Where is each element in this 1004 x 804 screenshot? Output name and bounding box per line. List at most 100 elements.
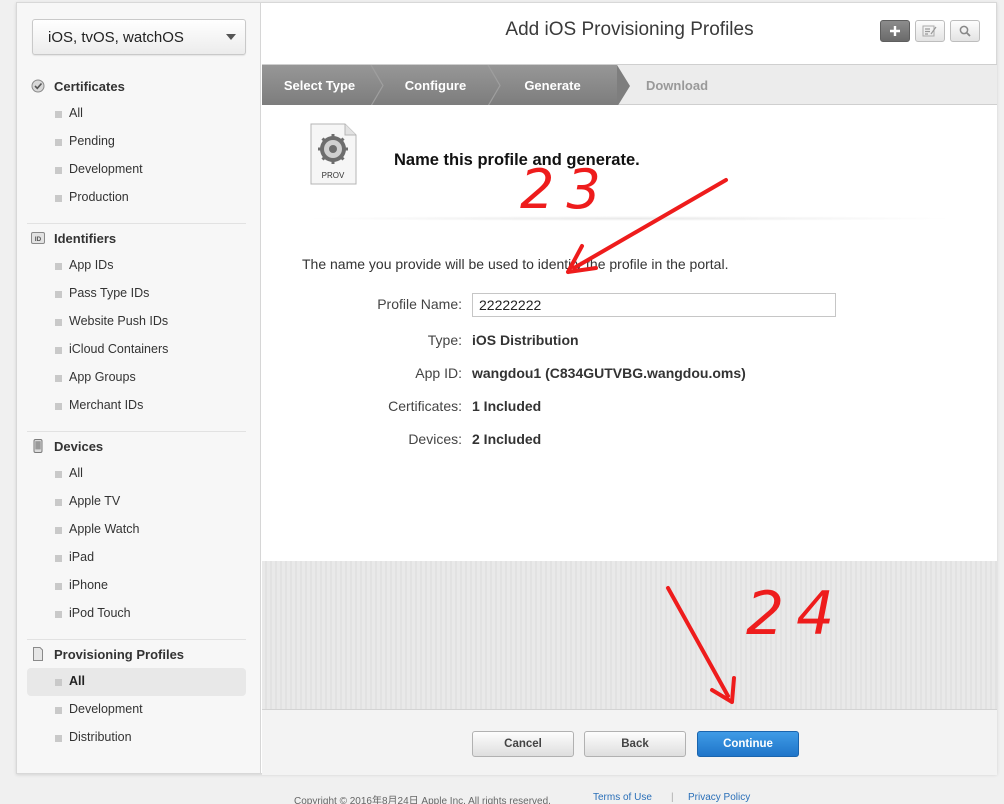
- phone-device-icon: [33, 439, 43, 453]
- profile-name-row: Profile Name:: [302, 293, 962, 317]
- privacy-policy-link[interactable]: Privacy Policy: [688, 792, 750, 803]
- sidebar-item-label: App Groups: [69, 370, 136, 384]
- edit-icon: [922, 25, 937, 37]
- nav-header-devices[interactable]: Devices: [27, 432, 246, 460]
- sidebar-item-label: Merchant IDs: [69, 398, 144, 412]
- sidebar-item-label: Pending: [69, 134, 115, 148]
- sidebar-item-website-push-ids[interactable]: Website Push IDs: [27, 308, 246, 336]
- step-select-type: Select Type: [262, 65, 377, 106]
- bullet-icon: [55, 319, 62, 326]
- bullet-icon: [55, 375, 62, 382]
- nav-header-identifiers[interactable]: ID Identifiers: [27, 224, 246, 252]
- copyright-text: Copyright © 2016年8月24日 Apple Inc. All ri…: [294, 796, 551, 804]
- portal-window: iOS, tvOS, watchOS Certificates All Pend…: [16, 2, 997, 775]
- sidebar-item-icloud-containers[interactable]: iCloud Containers: [27, 336, 246, 364]
- sidebar: iOS, tvOS, watchOS Certificates All Pend…: [17, 3, 261, 773]
- sidebar-item-certificates-development[interactable]: Development: [27, 156, 246, 184]
- bullet-icon: [55, 471, 62, 478]
- sidebar-item-certificates-production[interactable]: Production: [27, 184, 246, 212]
- sidebar-item-label: Development: [69, 702, 143, 716]
- sidebar-item-pass-type-ids[interactable]: Pass Type IDs: [27, 280, 246, 308]
- bullet-icon: [55, 195, 62, 202]
- sidebar-item-profiles-development[interactable]: Development: [27, 696, 246, 724]
- continue-button[interactable]: Continue: [697, 731, 799, 757]
- sidebar-item-label: App IDs: [69, 258, 114, 272]
- bullet-icon: [55, 263, 62, 270]
- back-button[interactable]: Back: [584, 731, 686, 757]
- form-action-bar: Cancel Back Continue: [262, 709, 997, 775]
- bullet-icon: [55, 611, 62, 618]
- profile-name-input[interactable]: [472, 293, 836, 317]
- certificates-value: 1 Included: [472, 398, 542, 414]
- step-download: Download: [622, 65, 732, 106]
- sidebar-item-ipod-touch[interactable]: iPod Touch: [27, 600, 246, 628]
- type-value: iOS Distribution: [472, 332, 579, 348]
- bullet-icon: [55, 347, 62, 354]
- toolbar: [880, 20, 980, 42]
- form-description: The name you provide will be used to ide…: [302, 256, 729, 272]
- bullet-icon: [55, 291, 62, 298]
- main-panel: Add iOS Provisioning Profiles Select Typ…: [262, 3, 997, 775]
- sidebar-item-label: All: [69, 466, 83, 480]
- sidebar-item-profiles-all[interactable]: All: [27, 668, 246, 696]
- certificate-icon: [31, 79, 45, 93]
- cancel-button[interactable]: Cancel: [472, 731, 574, 757]
- bullet-icon: [55, 111, 62, 118]
- sidebar-item-certificates-all[interactable]: All: [27, 100, 246, 128]
- sidebar-item-label: All: [69, 106, 83, 120]
- devices-label: Devices:: [408, 431, 462, 447]
- platform-dropdown[interactable]: iOS, tvOS, watchOS: [32, 19, 246, 55]
- sidebar-item-label: Development: [69, 162, 143, 176]
- nav-header-provisioning-profiles[interactable]: Provisioning Profiles: [27, 640, 246, 668]
- sidebar-item-app-groups[interactable]: App Groups: [27, 364, 246, 392]
- sidebar-item-apple-tv[interactable]: Apple TV: [27, 488, 246, 516]
- add-button[interactable]: [880, 20, 910, 42]
- bullet-icon: [55, 735, 62, 742]
- bullet-icon: [55, 403, 62, 410]
- sidebar-item-devices-all[interactable]: All: [27, 460, 246, 488]
- nav-header-certificates[interactable]: Certificates: [27, 72, 246, 100]
- type-label: Type:: [427, 332, 462, 348]
- sidebar-item-label: Production: [69, 190, 129, 204]
- sidebar-item-ipad[interactable]: iPad: [27, 544, 246, 572]
- sidebar-item-label: Distribution: [69, 730, 132, 744]
- sidebar-item-profiles-distribution[interactable]: Distribution: [27, 724, 246, 752]
- sidebar-item-iphone[interactable]: iPhone: [27, 572, 246, 600]
- app-id-row: App ID: wangdou1 (C834GUTVBG.wangdou.oms…: [302, 362, 962, 386]
- bullet-icon: [55, 583, 62, 590]
- platform-dropdown-label: iOS, tvOS, watchOS: [48, 29, 184, 46]
- certificates-label: Certificates:: [388, 398, 462, 414]
- devices-row: Devices: 2 Included: [302, 428, 962, 452]
- nav-header-label: Identifiers: [54, 231, 117, 246]
- step-label: Select Type: [283, 78, 356, 93]
- step-generate: Generate: [495, 65, 610, 106]
- edit-button[interactable]: [915, 20, 945, 42]
- sidebar-item-app-ids[interactable]: App IDs: [27, 252, 246, 280]
- prov-icon-label: PROV: [322, 171, 345, 180]
- bullet-icon: [55, 139, 62, 146]
- sidebar-item-label: iPad: [69, 550, 95, 564]
- sidebar-item-label: Apple TV: [69, 494, 121, 508]
- nav-section-identifiers: ID Identifiers App IDs Pass Type IDs Web…: [27, 223, 246, 420]
- type-row: Type: iOS Distribution: [302, 329, 962, 353]
- document-icon: [33, 647, 43, 661]
- terms-of-use-link[interactable]: Terms of Use: [593, 792, 652, 803]
- bullet-icon: [55, 679, 62, 686]
- search-icon: [959, 25, 971, 37]
- background-texture: [262, 561, 997, 709]
- sidebar-item-label: Pass Type IDs: [69, 286, 150, 300]
- search-button[interactable]: [950, 20, 980, 42]
- step-configure: Configure: [378, 65, 493, 106]
- app-id-label: App ID:: [415, 365, 462, 381]
- step-label: Configure: [404, 78, 467, 93]
- form-heading: Name this profile and generate.: [394, 151, 640, 169]
- sidebar-item-label: iPod Touch: [69, 606, 131, 620]
- sidebar-item-merchant-ids[interactable]: Merchant IDs: [27, 392, 246, 420]
- profile-name-label: Profile Name:: [377, 296, 462, 312]
- bullet-icon: [55, 527, 62, 534]
- bullet-icon: [55, 167, 62, 174]
- sidebar-item-certificates-pending[interactable]: Pending: [27, 128, 246, 156]
- footer-separator: |: [671, 792, 674, 803]
- step-progress-bar: Select Type Configure Generate Download: [262, 64, 997, 107]
- sidebar-item-apple-watch[interactable]: Apple Watch: [27, 516, 246, 544]
